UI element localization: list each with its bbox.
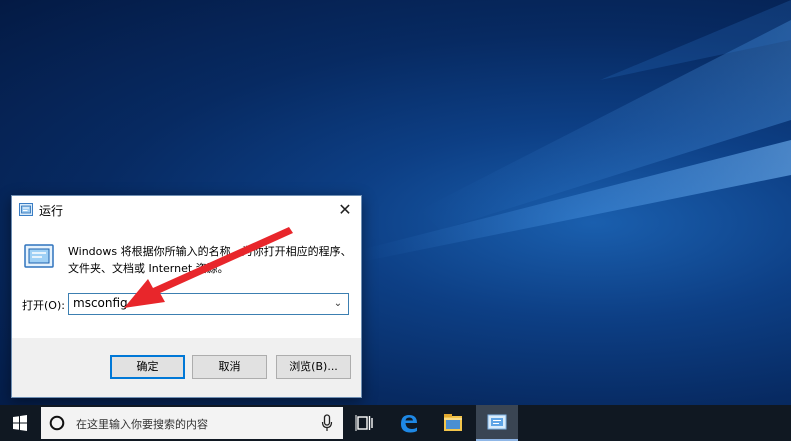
cancel-button[interactable]: 取消 — [192, 355, 267, 379]
run-dialog: 运行 ✕ Windows 将根据你所输入的名称，为你打开相应的程序、文件夹、文档… — [11, 195, 362, 398]
browse-button[interactable]: 浏览(B)... — [276, 355, 351, 379]
search-box[interactable]: 在这里输入你要搜索的内容 — [41, 407, 343, 439]
run-taskbar-button[interactable] — [476, 405, 518, 441]
search-placeholder: 在这里输入你要搜索的内容 — [76, 418, 208, 431]
start-button[interactable] — [0, 405, 40, 441]
file-explorer-button[interactable] — [432, 405, 474, 441]
run-icon — [19, 203, 33, 216]
run-program-icon — [24, 244, 54, 268]
edge-icon — [401, 415, 417, 433]
cortana-icon — [49, 415, 65, 431]
chevron-down-icon[interactable]: ⌄ — [331, 296, 345, 312]
edge-button[interactable] — [388, 405, 430, 441]
microphone-icon[interactable] — [321, 414, 333, 432]
ok-button[interactable]: 确定 — [110, 355, 185, 379]
run-icon — [487, 414, 507, 430]
close-icon: ✕ — [338, 200, 352, 219]
open-label: 打开(O): — [22, 299, 65, 312]
close-button[interactable]: ✕ — [335, 200, 355, 220]
open-combobox[interactable]: msconfig ⌄ — [68, 293, 349, 315]
open-input[interactable]: msconfig — [73, 296, 128, 310]
taskbar: 在这里输入你要搜索的内容 — [0, 405, 791, 441]
dialog-description: Windows 将根据你所输入的名称，为你打开相应的程序、文件夹、文档或 Int… — [68, 245, 352, 275]
file-explorer-icon — [444, 414, 462, 431]
task-view-icon — [355, 415, 373, 431]
task-view-button[interactable] — [344, 405, 386, 441]
title-bar: 运行 ✕ — [12, 196, 361, 224]
windows-start-icon — [13, 415, 27, 431]
dialog-title: 运行 — [39, 204, 64, 218]
